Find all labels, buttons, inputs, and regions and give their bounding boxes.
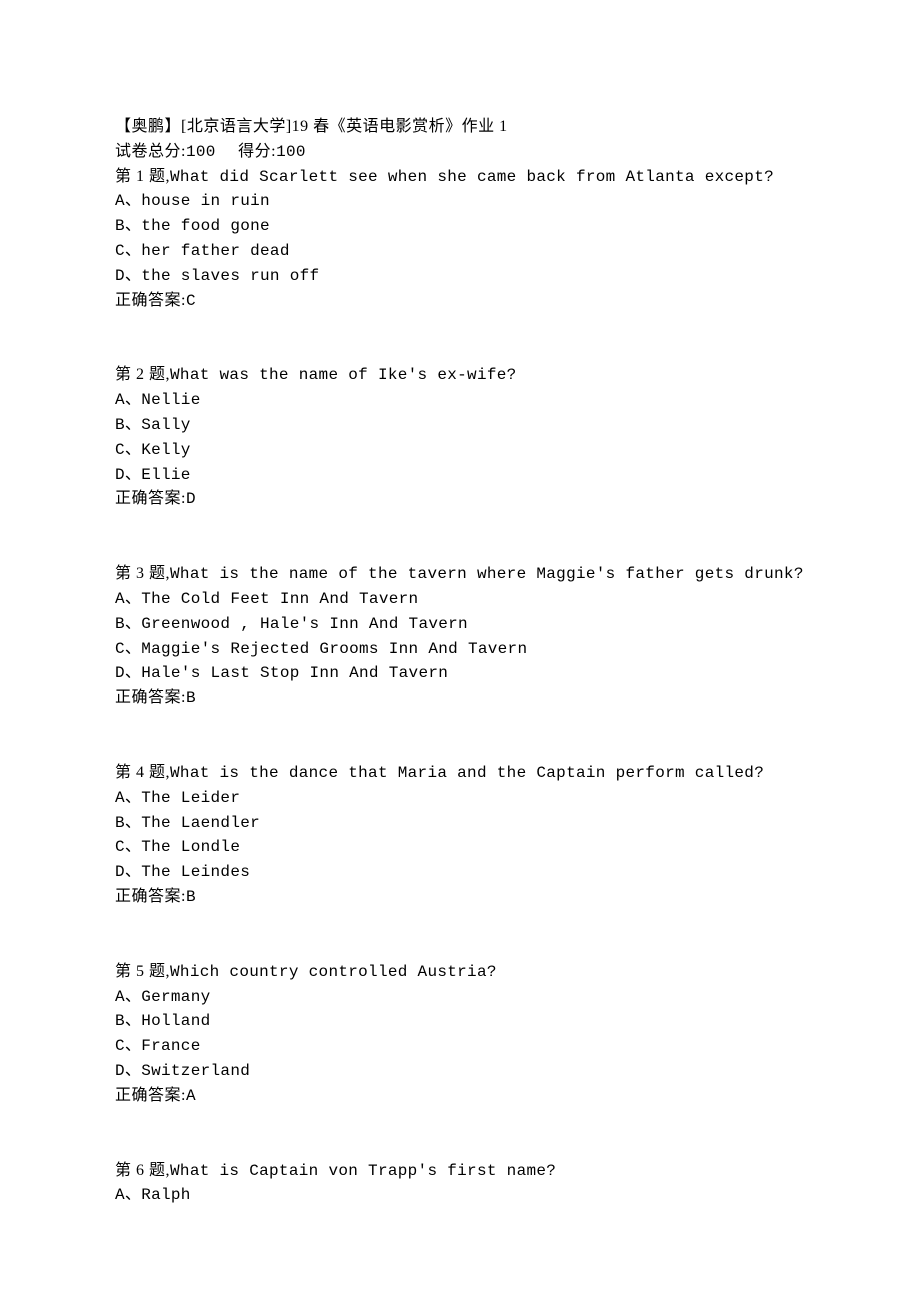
question-option: C、Kelly — [115, 438, 805, 463]
answer-label: 正确答案: — [115, 689, 186, 706]
question-header: 第 2 题,What was the name of Ike's ex-wife… — [115, 363, 805, 388]
question-text: What is the dance that Maria and the Cap… — [170, 764, 764, 782]
question-number: 第 4 题, — [115, 764, 170, 781]
question-option: C、France — [115, 1034, 805, 1059]
question-number: 第 1 题, — [115, 168, 170, 185]
question-option: D、Hale's Last Stop Inn And Tavern — [115, 661, 805, 686]
question-block: 第 1 题,What did Scarlett see when she cam… — [115, 165, 805, 314]
question-option: A、Germany — [115, 985, 805, 1010]
question-header: 第 5 题,Which country controlled Austria? — [115, 960, 805, 985]
answer-line: 正确答案:A — [115, 1084, 805, 1109]
question-option: A、The Leider — [115, 786, 805, 811]
question-block: 第 4 题,What is the dance that Maria and t… — [115, 761, 805, 910]
question-option: D、Switzerland — [115, 1059, 805, 1084]
answer-label: 正确答案: — [115, 888, 186, 905]
question-text: What did Scarlett see when she came back… — [170, 168, 774, 186]
question-block: 第 6 题,What is Captain von Trapp's first … — [115, 1159, 805, 1209]
answer-label: 正确答案: — [115, 490, 186, 507]
question-option: B、Holland — [115, 1009, 805, 1034]
question-option: D、The Leindes — [115, 860, 805, 885]
question-option: B、The Laendler — [115, 811, 805, 836]
question-option: B、the food gone — [115, 214, 805, 239]
question-number: 第 2 题, — [115, 366, 170, 383]
answer-value: C — [186, 292, 196, 310]
doc-title: 【奥鹏】[北京语言大学]19 春《英语电影赏析》作业 1 — [115, 115, 805, 140]
question-option: C、her father dead — [115, 239, 805, 264]
score-mid: 得分: — [238, 143, 276, 160]
answer-line: 正确答案:D — [115, 487, 805, 512]
answer-line: 正确答案:C — [115, 289, 805, 314]
question-option: A、Nellie — [115, 388, 805, 413]
question-option: B、Greenwood , Hale's Inn And Tavern — [115, 612, 805, 637]
document-page: 【奥鹏】[北京语言大学]19 春《英语电影赏析》作业 1 试卷总分:100 得分… — [0, 0, 920, 1208]
question-block: 第 5 题,Which country controlled Austria? … — [115, 960, 805, 1109]
question-number: 第 5 题, — [115, 963, 170, 980]
question-block: 第 3 题,What is the name of the tavern whe… — [115, 562, 805, 711]
score-gap — [216, 143, 239, 160]
total-score: 100 — [186, 143, 216, 161]
question-header: 第 4 题,What is the dance that Maria and t… — [115, 761, 805, 786]
question-option: A、Ralph — [115, 1183, 805, 1208]
answer-value: B — [186, 888, 196, 906]
question-text: What was the name of Ike's ex-wife? — [170, 366, 517, 384]
question-text: What is Captain von Trapp's first name? — [170, 1162, 556, 1180]
question-option: A、house in ruin — [115, 189, 805, 214]
question-header: 第 6 题,What is Captain von Trapp's first … — [115, 1159, 805, 1184]
question-text: Which country controlled Austria? — [170, 963, 497, 981]
question-number: 第 6 题, — [115, 1162, 170, 1179]
question-header: 第 3 题,What is the name of the tavern whe… — [115, 562, 805, 587]
answer-line: 正确答案:B — [115, 885, 805, 910]
question-option: C、Maggie's Rejected Grooms Inn And Taver… — [115, 637, 805, 662]
answer-value: A — [186, 1087, 196, 1105]
question-option: D、the slaves run off — [115, 264, 805, 289]
answer-value: B — [186, 689, 196, 707]
question-option: C、The Londle — [115, 835, 805, 860]
score-prefix: 试卷总分: — [115, 143, 186, 160]
question-option: A、The Cold Feet Inn And Tavern — [115, 587, 805, 612]
obtained-score: 100 — [276, 143, 306, 161]
answer-line: 正确答案:B — [115, 686, 805, 711]
question-option: B、Sally — [115, 413, 805, 438]
answer-label: 正确答案: — [115, 292, 186, 309]
question-number: 第 3 题, — [115, 565, 170, 582]
question-text: What is the name of the tavern where Mag… — [170, 565, 804, 583]
question-block: 第 2 题,What was the name of Ike's ex-wife… — [115, 363, 805, 512]
score-line: 试卷总分:100 得分:100 — [115, 140, 805, 165]
answer-label: 正确答案: — [115, 1087, 186, 1104]
answer-value: D — [186, 490, 196, 508]
question-header: 第 1 题,What did Scarlett see when she cam… — [115, 165, 805, 190]
question-option: D、Ellie — [115, 463, 805, 488]
